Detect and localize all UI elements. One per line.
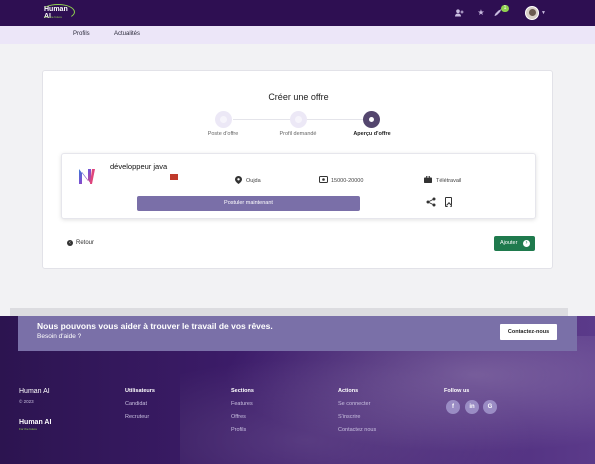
salary-text: 15000-20000	[331, 177, 364, 184]
step-2-dot	[290, 111, 307, 128]
back-arrow-icon: ‹	[67, 240, 73, 246]
footer-link-offres[interactable]: Offres	[231, 414, 246, 420]
contact-us-button[interactable]: Contactez-nous	[500, 324, 557, 340]
step-3-dot	[363, 111, 380, 128]
arrow-right-icon: ›	[523, 240, 530, 247]
footer-copyright: © 2023	[19, 399, 34, 404]
footer-link-profils[interactable]: Profils	[231, 427, 246, 433]
cta-title: Nous pouvons vous aider à trouver le tra…	[37, 321, 273, 331]
job-salary: 15000-20000	[319, 176, 363, 185]
country-flag-icon	[170, 174, 178, 180]
create-offer-card: Créer une offre Poste d'offre Profil dem…	[42, 70, 553, 269]
money-icon	[319, 176, 328, 185]
location-text: Oujda	[246, 178, 261, 184]
footer-col-title-users: Utilisateurs	[125, 388, 155, 394]
step-2-label: Profil demandé	[279, 131, 317, 137]
job-location: Oujda	[234, 176, 261, 186]
footer-link-candidat[interactable]: Candidat	[125, 401, 147, 407]
google-icon[interactable]: G	[483, 400, 497, 414]
back-label: Retour	[76, 240, 95, 246]
star-icon[interactable]: ★	[476, 8, 486, 18]
logo-tagline: For the future	[44, 15, 63, 19]
step-connector	[233, 119, 297, 120]
job-mode: Télétravail	[424, 175, 462, 185]
footer-logo: Human AI	[19, 419, 52, 426]
apply-now-button[interactable]: Postuler maintenant	[137, 196, 360, 211]
footer-brand: Human AI	[19, 388, 50, 395]
brand-logo[interactable]: Human AI For the future	[41, 4, 75, 20]
footer-background-image	[180, 336, 595, 464]
footer: Nous pouvons vous aider à trouver le tra…	[0, 316, 595, 464]
job-preview-card: développeur java Oujda 15000-20000 Télét…	[61, 153, 536, 219]
footer-col-title-actions: Actions	[338, 388, 359, 394]
share-icon[interactable]	[426, 197, 436, 209]
back-link[interactable]: ‹ Retour	[67, 240, 94, 246]
subnav-item-actualites[interactable]: Actualités	[114, 31, 140, 37]
cta-banner: Nous pouvons vous aider à trouver le tra…	[18, 316, 577, 351]
job-title: développeur java	[110, 162, 168, 171]
page-title: Créer une offre	[268, 92, 329, 102]
linkedin-icon[interactable]: in	[465, 400, 479, 414]
avatar[interactable]	[525, 6, 539, 20]
footer-logo-tagline: For the future	[19, 427, 38, 431]
footer-link-login[interactable]: Se connecter	[338, 401, 370, 407]
top-navbar: Human AI For the future ★ 1 ▼	[0, 0, 595, 26]
footer-divider	[10, 308, 568, 316]
subnav-item-profils[interactable]: Profils	[73, 31, 90, 37]
briefcase-icon	[424, 175, 432, 185]
footer-follow-title: Follow us	[444, 388, 470, 394]
company-logo	[76, 165, 98, 187]
footer-link-recruteur[interactable]: Recruteur	[125, 414, 149, 420]
sub-navbar: Profils Actualités	[0, 26, 595, 44]
step-connector	[307, 119, 371, 120]
bookmark-icon[interactable]	[445, 197, 452, 207]
facebook-icon[interactable]: f	[446, 400, 460, 414]
step-1-dot	[215, 111, 232, 128]
mode-text: Télétravail	[436, 177, 462, 184]
notification-badge: 1	[501, 5, 509, 12]
footer-link-signup[interactable]: S'inscrire	[338, 414, 360, 420]
cta-subtitle: Besoin d'aide ?	[37, 333, 82, 340]
footer-link-features[interactable]: Features	[231, 401, 253, 407]
footer-link-contact[interactable]: Contactez nous	[338, 427, 376, 433]
add-button[interactable]: Ajouter ›	[494, 236, 535, 251]
step-3-label: Aperçu d'offre	[353, 131, 391, 137]
location-pin-icon	[234, 176, 242, 186]
chevron-down-icon[interactable]: ▼	[541, 10, 546, 16]
add-user-icon[interactable]	[454, 8, 464, 18]
footer-col-title-sections: Sections	[231, 388, 254, 394]
add-label: Ajouter	[500, 240, 518, 246]
step-1-label: Poste d'offre	[207, 131, 239, 137]
